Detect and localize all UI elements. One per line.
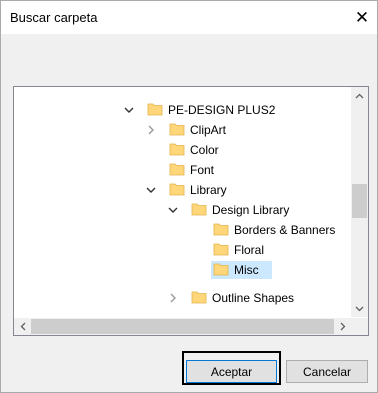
horizontal-scroll-thumb[interactable] bbox=[31, 319, 334, 334]
folder-icon bbox=[191, 203, 207, 216]
cancel-button[interactable]: Cancelar bbox=[286, 360, 368, 383]
tree-item-label: Design Library bbox=[212, 203, 290, 217]
close-icon: ✕ bbox=[354, 7, 370, 27]
tree-item-label: Color bbox=[190, 143, 219, 157]
scroll-left-button[interactable] bbox=[14, 318, 31, 335]
tree-item-clipart[interactable]: ClipArt bbox=[14, 120, 351, 140]
folder-tree[interactable]: PE-DESIGN PLUS2 ClipArt Color Font Libra… bbox=[13, 86, 369, 336]
dialog-title: Buscar carpeta bbox=[10, 10, 98, 25]
folder-icon bbox=[169, 143, 185, 156]
tree-item-design-library[interactable]: Design Library bbox=[14, 200, 351, 220]
tree-item-label: Library bbox=[190, 183, 227, 197]
chevron-left-icon bbox=[20, 322, 25, 331]
scroll-down-button[interactable] bbox=[351, 300, 368, 317]
tree-item-pe-design-plus2[interactable]: PE-DESIGN PLUS2 bbox=[14, 100, 351, 120]
scroll-up-button[interactable] bbox=[351, 87, 368, 104]
chevron-right-icon bbox=[340, 322, 345, 331]
tree-item-label: PE-DESIGN PLUS2 bbox=[168, 103, 276, 117]
folder-icon bbox=[213, 223, 229, 236]
folder-icon bbox=[169, 123, 185, 136]
tree-item-font[interactable]: Font bbox=[14, 160, 351, 180]
accept-button[interactable]: Aceptar bbox=[186, 360, 277, 383]
scroll-right-button[interactable] bbox=[334, 318, 351, 335]
tree-item-outline-shapes[interactable]: Outline Shapes bbox=[14, 288, 351, 308]
tree-item-color[interactable]: Color bbox=[14, 140, 351, 160]
tree-item-library[interactable]: Library bbox=[14, 180, 351, 200]
close-button[interactable]: ✕ bbox=[347, 1, 377, 34]
folder-icon bbox=[169, 183, 185, 196]
folder-icon bbox=[169, 163, 185, 176]
chevron-down-icon bbox=[355, 306, 364, 311]
tree-item-label: Borders & Banners bbox=[234, 223, 336, 237]
folder-icon bbox=[213, 263, 229, 276]
chevron-down-icon[interactable] bbox=[167, 204, 179, 216]
tree-item-label: Font bbox=[190, 163, 215, 177]
chevron-down-icon[interactable] bbox=[123, 104, 135, 116]
tree-item-label: Misc bbox=[234, 263, 259, 277]
title-bar: Buscar carpeta ✕ bbox=[1, 1, 377, 34]
folder-icon bbox=[191, 291, 207, 304]
chevron-up-icon bbox=[355, 93, 364, 98]
scrollbar-corner bbox=[351, 318, 368, 335]
folder-tree-rows: PE-DESIGN PLUS2 ClipArt Color Font Libra… bbox=[14, 87, 351, 317]
vertical-scroll-thumb[interactable] bbox=[352, 184, 367, 218]
chevron-right-icon[interactable] bbox=[145, 124, 157, 136]
chevron-down-icon[interactable] bbox=[145, 184, 157, 196]
folder-icon bbox=[213, 243, 229, 256]
tree-item-floral[interactable]: Floral bbox=[14, 240, 351, 260]
horizontal-scrollbar[interactable] bbox=[14, 318, 351, 335]
tree-item-label: Outline Shapes bbox=[212, 291, 295, 305]
vertical-scrollbar[interactable] bbox=[351, 87, 368, 317]
folder-icon bbox=[147, 103, 163, 116]
tree-item-borders-banners[interactable]: Borders & Banners bbox=[14, 220, 351, 240]
browse-folder-dialog: Buscar carpeta ✕ PE-DESIGN PLUS2 ClipArt… bbox=[0, 0, 378, 393]
chevron-right-icon[interactable] bbox=[167, 292, 179, 304]
tree-item-label: Floral bbox=[234, 243, 265, 257]
tree-item-label: ClipArt bbox=[190, 123, 227, 137]
tree-item-misc[interactable]: Misc bbox=[14, 260, 351, 280]
